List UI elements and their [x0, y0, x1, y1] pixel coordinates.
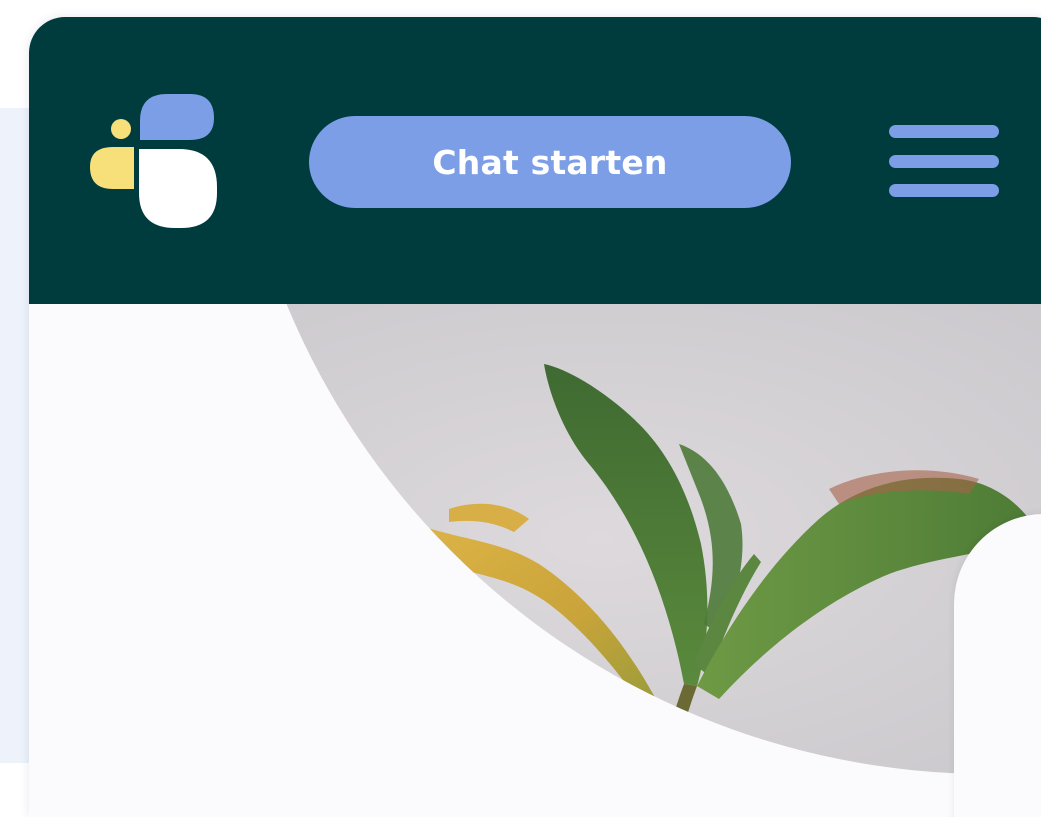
hero-section [29, 304, 1041, 817]
plant-seedling-photo [229, 304, 1041, 774]
menu-bar-middle [889, 155, 999, 168]
content-card [954, 514, 1041, 817]
chat-start-button[interactable]: Chat starten [309, 116, 791, 208]
app-frame: Chat starten [29, 17, 1041, 817]
app-header: Chat starten [29, 17, 1041, 304]
menu-bar-top [889, 125, 999, 138]
brand-logo-icon[interactable] [90, 94, 217, 228]
hamburger-menu-icon[interactable] [885, 120, 1003, 206]
menu-bar-bottom [889, 184, 999, 197]
